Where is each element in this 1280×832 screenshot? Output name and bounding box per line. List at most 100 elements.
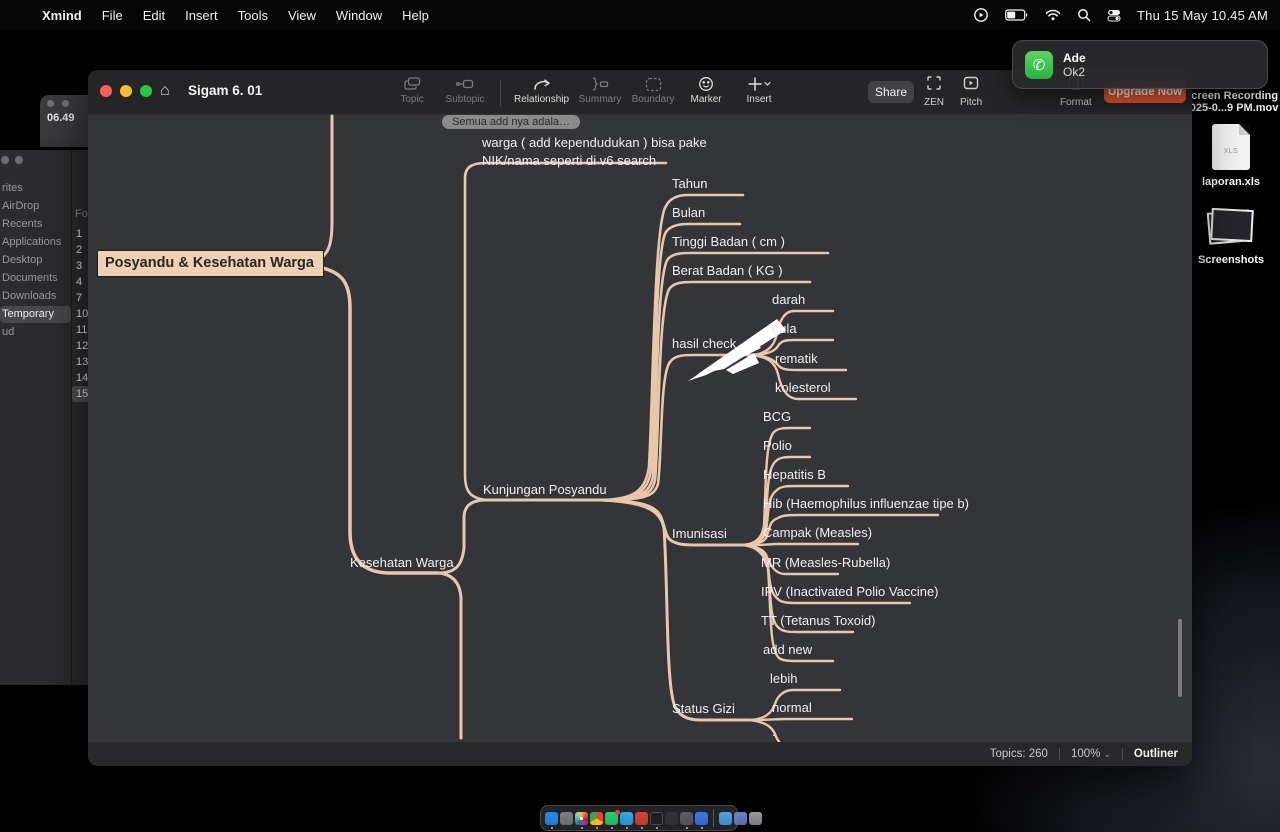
sidebar-item-rites[interactable]: rites	[0, 180, 71, 197]
mindmap-node-root[interactable]: Posyandu & Kesehatan Warga	[97, 250, 324, 277]
running-indicator	[611, 827, 613, 829]
file-row[interactable]: 7	[72, 290, 88, 306]
menu-item-edit[interactable]: Edit	[133, 8, 175, 23]
file-row[interactable]: 11	[72, 322, 88, 338]
dock-icon-whatsapp[interactable]	[605, 812, 618, 825]
window-dot[interactable]	[1, 156, 9, 164]
sidebar-item-downloads[interactable]: Downloads	[0, 288, 71, 305]
sidebar-item-airdrop[interactable]: AirDrop	[0, 198, 71, 215]
notification-body: Ok2	[1063, 65, 1086, 79]
mindmap-node-label[interactable]: gula	[772, 321, 797, 336]
dock-icon-red-app[interactable]	[635, 812, 648, 825]
window-dot[interactable]	[15, 156, 23, 164]
mindmap-node-label[interactable]: kolesterol	[775, 380, 831, 395]
dock-icon-folder-1[interactable]	[719, 812, 732, 825]
mindmap-node-label[interactable]: .	[772, 724, 776, 739]
menu-item-insert[interactable]: Insert	[175, 8, 228, 23]
finder-window-controls[interactable]	[1, 156, 23, 164]
dock-icon-telegram[interactable]	[620, 812, 633, 825]
sidebar-item-applications[interactable]: Applications	[0, 234, 71, 251]
mindmap-node-label[interactable]: Kesehatan Warga	[350, 555, 454, 570]
desktop-icon-laporan-xls[interactable]: XLS laporan.xls	[1183, 124, 1279, 188]
dock-icon-folder-2[interactable]	[734, 812, 747, 825]
mindmap-node-label[interactable]: Bulan	[672, 205, 705, 220]
menu-item-help[interactable]: Help	[392, 8, 439, 23]
mindmap-node-label[interactable]: TT (Tetanus Toxoid)	[761, 613, 875, 628]
menu-item-tools[interactable]: Tools	[228, 8, 278, 23]
dock-icon-xmind[interactable]	[650, 812, 663, 825]
sidebar-item-recents[interactable]: Recents	[0, 216, 71, 233]
dock-icon-finder[interactable]	[545, 812, 558, 825]
finder-window[interactable]: ritesAirDropRecentsApplicationsDesktopDo…	[0, 150, 88, 685]
preview-window-controls[interactable]	[47, 100, 69, 107]
mindmap-node-label[interactable]: add new	[763, 642, 812, 657]
zoom-control[interactable]: 100%⌄	[1071, 748, 1111, 760]
mindmap-node-label[interactable]: Tahun	[672, 176, 707, 191]
dock-icon-chrome[interactable]	[590, 812, 603, 825]
dock-icon-trash[interactable]	[749, 812, 762, 825]
sidebar-item-documents[interactable]: Documents	[0, 270, 71, 287]
mindmap-node-label[interactable]: Berat Badan ( KG )	[672, 263, 783, 278]
running-indicator	[686, 827, 688, 829]
file-row[interactable]: 3	[72, 258, 88, 274]
file-row[interactable]: 2	[72, 242, 88, 258]
mindmap-node-label[interactable]: darah	[772, 292, 805, 307]
window-dot[interactable]	[47, 100, 54, 107]
mindmap-node-label[interactable]: Tinggi Badan ( cm )	[672, 234, 785, 249]
menu-item-xmind[interactable]: Xmind	[32, 8, 92, 23]
search-icon[interactable]	[1077, 8, 1091, 22]
menu-clock[interactable]: Thu 15 May 10.45 AM	[1137, 8, 1268, 23]
mindmap-node-label[interactable]: Hepatitis B	[763, 467, 826, 482]
mindmap-node-label[interactable]: Campak (Measles)	[763, 525, 872, 540]
window-dot[interactable]	[62, 100, 69, 107]
menu-bar-left: XmindFileEditInsertToolsViewWindowHelp	[0, 8, 439, 23]
mindmap-node-label[interactable]: Hib (Haemophilus influenzae tipe b)	[763, 496, 969, 511]
vertical-scrollbar[interactable]	[1178, 619, 1182, 697]
mindmap-node-label[interactable]: Polio	[763, 438, 792, 453]
file-row[interactable]: 13	[72, 354, 88, 370]
menu-item-file[interactable]: File	[92, 8, 133, 23]
menu-item-view[interactable]: View	[278, 8, 326, 23]
dock-icon-photos[interactable]	[575, 812, 588, 825]
file-row[interactable]: 4	[72, 274, 88, 290]
file-row[interactable]: 15	[72, 386, 88, 402]
mindmap-node-label[interactable]: Kunjungan Posyandu	[483, 482, 607, 497]
dock-icon-dark-app[interactable]	[665, 812, 678, 825]
file-row[interactable]: 1	[72, 226, 88, 242]
desktop-icon-screen-recording[interactable]: Screen Recording 2025-0...9 PM.mov	[1183, 90, 1279, 114]
mindmap-node-note[interactable]: warga ( add kependudukan ) bisa pake NIK…	[482, 134, 707, 171]
menu-item-window[interactable]: Window	[326, 8, 392, 23]
mindmap-node-label[interactable]: MR (Measles-Rubella)	[761, 555, 890, 570]
dock-icon-screenshot-app[interactable]	[680, 812, 693, 825]
whatsapp-notification[interactable]: ✆ Ade Ok2	[1012, 40, 1268, 89]
dock-icon-launchpad[interactable]	[560, 812, 573, 825]
battery-icon[interactable]	[1005, 9, 1029, 21]
mindmap-canvas[interactable]: Semua add nya adala… warga ( add kependud…	[88, 114, 1192, 742]
desktop-icon-screenshots[interactable]: Screenshots	[1183, 208, 1279, 266]
mindmap-node-label[interactable]: Status Gizi	[672, 701, 735, 716]
file-row[interactable]: 10	[72, 306, 88, 322]
desktop: XmindFileEditInsertToolsViewWindowHelp T…	[0, 0, 1280, 832]
mindmap-node-callout[interactable]: Semua add nya adala…	[442, 115, 580, 129]
chevron-down-icon: ⌄	[1103, 749, 1111, 759]
file-row[interactable]: 14	[72, 370, 88, 386]
outliner-button[interactable]: Outliner	[1134, 748, 1178, 760]
control-center-icon[interactable]	[1107, 9, 1121, 22]
sidebar-item-ud[interactable]: ud	[0, 324, 71, 341]
mindmap-node-label[interactable]: normal	[772, 700, 812, 715]
screen-record-icon[interactable]	[973, 7, 989, 23]
mindmap-node-label[interactable]: rematik	[775, 351, 818, 366]
mindmap-node-label[interactable]: BCG	[763, 409, 791, 424]
mindmap-node-label[interactable]: Imunisasi	[672, 526, 727, 541]
screenshots-stack-icon	[1208, 208, 1254, 246]
sidebar-item-temporary[interactable]: Temporary	[0, 306, 71, 323]
wifi-icon[interactable]	[1045, 9, 1061, 21]
dock-icon-notes-app[interactable]	[695, 812, 708, 825]
mindmap-node-label[interactable]: hasil check	[672, 336, 736, 351]
file-row[interactable]: 12	[72, 338, 88, 354]
finder-sidebar: ritesAirDropRecentsApplicationsDesktopDo…	[0, 180, 71, 342]
sidebar-item-desktop[interactable]: Desktop	[0, 252, 71, 269]
mindmap-node-label[interactable]: IPV (Inactivated Polio Vaccine)	[761, 584, 939, 599]
mindmap-branches	[88, 70, 1192, 766]
mindmap-node-label[interactable]: lebih	[770, 671, 797, 686]
